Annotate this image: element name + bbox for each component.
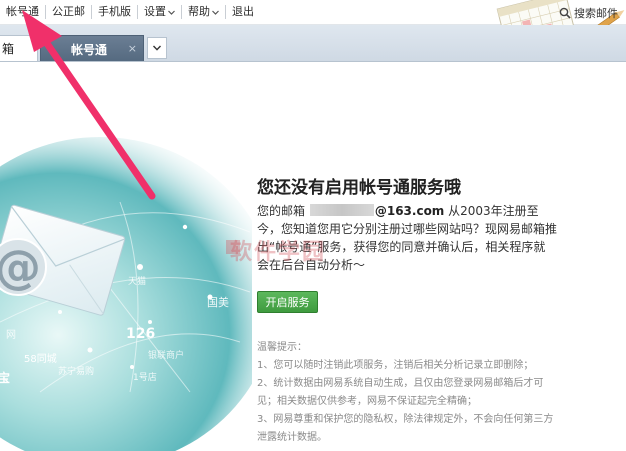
label-unionpay: 银联商户 xyxy=(148,349,184,361)
label-guomei: 国美 xyxy=(207,296,229,309)
email-address-redacted xyxy=(309,204,374,216)
menu-item-logout[interactable]: 退出 xyxy=(225,5,260,19)
menu-item-mobile[interactable]: 手机版 xyxy=(91,5,137,19)
tips-block: 温馨提示： 1、您可以随时注销此项服务，注销后相关分析记录立即删除； 2、统计数… xyxy=(257,339,587,447)
intro-paragraph: 您的邮箱 @163.com 从2003年注册至今，您知道您用它分别注册过哪些网站… xyxy=(257,204,558,272)
menu-item-settings[interactable]: 设置 xyxy=(137,5,181,19)
label-tianmao: 天猫 xyxy=(128,275,146,287)
illustration-email-network: @ 126 天猫 国美 58同城 苏宁易购 1号店 银联商户 网 宝 xyxy=(0,137,252,451)
label-bao: 宝 xyxy=(0,370,10,385)
main-menu: 帐号通 公正邮 手机版 设置 帮助 退出 xyxy=(0,0,260,24)
menu-item-fairmail[interactable]: 公正邮 xyxy=(45,5,91,19)
chevron-down-icon xyxy=(212,9,219,16)
tip-line: 2、统计数据由网易系统自动生成，且仅由您登录网易邮箱后才可 xyxy=(257,378,544,389)
label-wang: 网 xyxy=(6,329,16,341)
tab-list-dropdown[interactable] xyxy=(147,37,167,59)
search-icon xyxy=(559,7,571,19)
email-domain: @163.com xyxy=(374,204,445,218)
tab-inbox[interactable]: 箱 xyxy=(0,35,38,61)
tab-account[interactable]: 帐号通 × xyxy=(40,35,144,61)
close-icon[interactable]: × xyxy=(128,42,137,55)
tip-line: 1、您可以随时注销此项服务，注销后相关分析记录立即删除； xyxy=(257,360,534,371)
chevron-down-icon xyxy=(168,9,175,16)
tip-line: 泄露统计数据。 xyxy=(257,432,327,443)
label-58: 58同城 xyxy=(24,353,57,365)
at-symbol: @ xyxy=(0,240,41,294)
tab-bar: 箱 帐号通 × xyxy=(0,25,626,62)
label-yihaodian: 1号店 xyxy=(133,371,157,383)
tip-line: 3、网易尊重和保护您的隐私权，除法律规定外，不会向任何第三方 xyxy=(257,414,554,425)
chevron-down-icon xyxy=(153,45,161,51)
label-126: 126 xyxy=(126,326,155,342)
menu-item-help[interactable]: 帮助 xyxy=(181,5,225,19)
watermark-logo-icon xyxy=(226,240,240,254)
search-mail-button[interactable]: 搜索邮件 xyxy=(559,5,618,21)
tips-title: 温馨提示： xyxy=(257,342,307,353)
page-title: 您还没有启用帐号通服务哦 xyxy=(257,178,461,198)
label-suning: 苏宁易购 xyxy=(58,365,94,377)
menu-item-account[interactable]: 帐号通 xyxy=(0,5,45,19)
tab-account-label: 帐号通 xyxy=(71,43,108,57)
tip-line: 见；相关数据仅供参考，网易不保证起完全精确； xyxy=(257,396,477,407)
open-service-button[interactable]: 开启服务 xyxy=(257,291,318,313)
top-menu-bar: 帐号通 公正邮 手机版 设置 帮助 退出 xyxy=(0,0,626,25)
